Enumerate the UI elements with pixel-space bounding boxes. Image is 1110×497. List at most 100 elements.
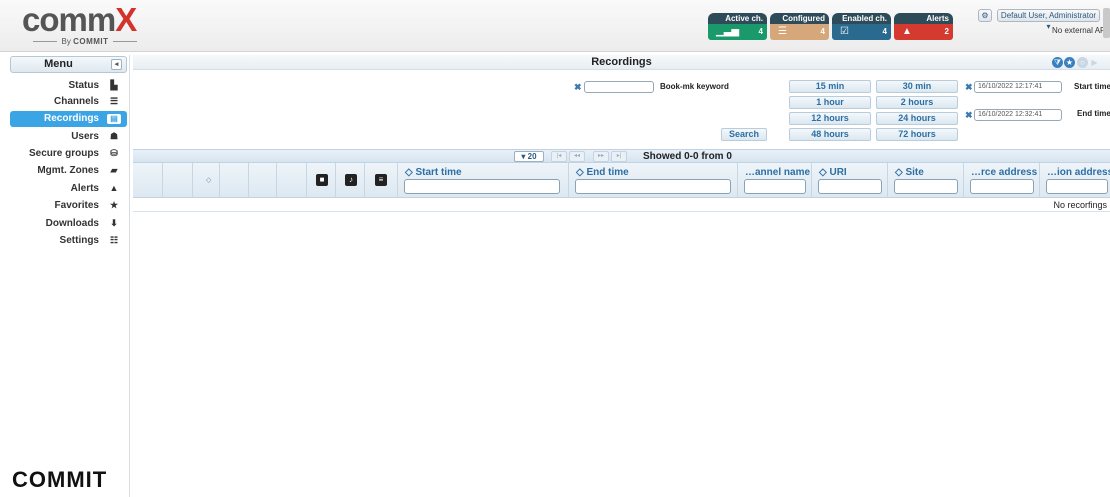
edge-scrollbar[interactable] bbox=[1103, 8, 1110, 38]
range-2-hours-button[interactable]: 2 hours bbox=[876, 96, 958, 109]
chevron-left-icon: ◂ bbox=[114, 61, 119, 68]
recordings-title: Recordings bbox=[133, 55, 1110, 70]
search-button[interactable]: Search bbox=[721, 128, 767, 141]
sidebar-item-users[interactable]: Users ☗ bbox=[10, 129, 127, 145]
sidebar-item-status[interactable]: Status ▙ bbox=[10, 78, 127, 94]
column-end-time[interactable]: ◇ End time bbox=[569, 163, 738, 198]
warning-icon: ▲ bbox=[902, 26, 912, 37]
star-filter-icon[interactable]: ★ bbox=[1064, 57, 1075, 68]
range-48-hours-button[interactable]: 48 hours bbox=[789, 128, 871, 141]
sliders-icon: ☷ bbox=[109, 235, 119, 245]
next-page-button[interactable]: ▸▸ bbox=[593, 151, 609, 162]
column-site[interactable]: ◇ Site bbox=[888, 163, 964, 198]
video-camera-icon: ■ bbox=[316, 174, 328, 186]
destination-address-filter-input[interactable] bbox=[1046, 179, 1108, 194]
sidebar-item-label: Mgmt. Zones bbox=[37, 165, 99, 176]
start-time-label: Start time bbox=[1074, 82, 1110, 91]
uri-filter-input[interactable] bbox=[818, 179, 882, 194]
column-blank-2 bbox=[249, 163, 277, 198]
start-time-filter-input[interactable] bbox=[404, 179, 560, 194]
user-label: Default User, Administrator bbox=[1000, 11, 1097, 20]
column-title: ◇ Site bbox=[895, 167, 924, 178]
column-title-text: End time bbox=[586, 167, 629, 178]
stat-alerts[interactable]: Alerts ▲ 2 bbox=[894, 13, 953, 40]
column-source-address[interactable]: …rce address bbox=[964, 163, 1040, 198]
stat-configured-channels[interactable]: Configured ch. ☰ 4 bbox=[770, 13, 829, 40]
page-size-value: 20 bbox=[527, 152, 537, 161]
stat-active-channels[interactable]: Active ch. ▁▃▅ 4 bbox=[708, 13, 767, 40]
range-72-hours-button[interactable]: 72 hours bbox=[876, 128, 958, 141]
column-destination-address[interactable]: …ion address bbox=[1040, 163, 1110, 198]
first-page-icon: |◂ bbox=[556, 153, 562, 159]
circle-icon[interactable]: ○ bbox=[1077, 57, 1088, 68]
stat-value: 4 bbox=[882, 27, 887, 36]
stat-label: Enabled ch. bbox=[832, 13, 891, 24]
start-time-input[interactable]: 16/10/2022 12:17:41 bbox=[974, 81, 1062, 93]
sidebar-item-recordings[interactable]: Recordings ▤ bbox=[10, 111, 127, 127]
chevron-down-icon: ▾ bbox=[521, 152, 526, 161]
range-1-hour-button[interactable]: 1 hour bbox=[789, 96, 871, 109]
clear-keyword-icon[interactable]: ✖ bbox=[574, 82, 582, 93]
column-start-time[interactable]: ◇ Start time bbox=[398, 163, 569, 198]
source-address-filter-input[interactable] bbox=[970, 179, 1034, 194]
lock-group-icon: ⛁ bbox=[110, 148, 118, 158]
column-title: ◇ End time bbox=[576, 167, 629, 178]
logo-main-text: comm bbox=[22, 1, 116, 38]
user-menu-button[interactable]: Default User, Administrator ▾ bbox=[997, 9, 1100, 31]
gear-icon: ⚙ bbox=[981, 11, 989, 20]
sidebar-item-label: Downloads bbox=[45, 218, 99, 229]
bookmark-keyword-input[interactable] bbox=[584, 81, 654, 93]
range-12-hours-button[interactable]: 12 hours bbox=[789, 112, 871, 125]
column-channel-name[interactable]: …annel name bbox=[738, 163, 812, 198]
column-audio[interactable]: ♪ bbox=[336, 163, 365, 198]
column-video[interactable]: ■ bbox=[307, 163, 336, 198]
list-icon: ☰ bbox=[778, 26, 787, 37]
end-time-input[interactable]: 16/10/2022 12:32:41 bbox=[974, 109, 1062, 121]
first-page-button[interactable]: |◂ bbox=[551, 151, 567, 162]
sidebar-item-settings[interactable]: Settings ☷ bbox=[10, 233, 127, 249]
sidebar-item-alerts[interactable]: Alerts ▲ bbox=[10, 181, 127, 197]
clear-start-time-icon[interactable]: ✖ bbox=[965, 82, 973, 93]
column-title-text: …ion address bbox=[1047, 167, 1110, 178]
channel-name-filter-input[interactable] bbox=[744, 179, 806, 194]
sidebar-item-downloads[interactable]: Downloads ⬇ bbox=[10, 216, 127, 232]
bookmark-keyword-label: Book-mk keyword bbox=[660, 82, 729, 91]
clear-end-time-icon[interactable]: ✖ bbox=[965, 110, 973, 121]
chart-icon: ▙ bbox=[110, 80, 118, 90]
collapse-menu-button[interactable]: ◂ bbox=[111, 59, 122, 70]
sidebar-item-label: Favorites bbox=[54, 200, 99, 211]
page-size-select[interactable]: ▾ 20 bbox=[514, 151, 544, 162]
sidebar-item-mgmt-zones[interactable]: Mgmt. Zones ▰ bbox=[10, 163, 127, 179]
last-page-button[interactable]: ▸| bbox=[611, 151, 627, 162]
column-checkbox[interactable] bbox=[133, 163, 163, 198]
settings-gear-button[interactable]: ⚙ bbox=[978, 9, 992, 22]
stat-enabled-channels[interactable]: Enabled ch. ☑ 4 bbox=[832, 13, 891, 40]
footer-commit-logo: COMMIT bbox=[12, 467, 108, 492]
sidebar-item-secure-groups[interactable]: Secure groups ⛁ bbox=[10, 146, 127, 162]
next-page-icon: ▸▸ bbox=[597, 153, 605, 159]
column-notes[interactable]: ≡ bbox=[365, 163, 398, 198]
column-uri[interactable]: ◇ URI bbox=[812, 163, 888, 198]
table-empty-row: No recorfings bbox=[133, 198, 1110, 212]
range-24-hours-button[interactable]: 24 hours bbox=[876, 112, 958, 125]
end-time-filter-input[interactable] bbox=[575, 179, 731, 194]
column-select[interactable] bbox=[163, 163, 193, 198]
sidebar-item-channels[interactable]: Channels ☰ bbox=[10, 94, 127, 110]
column-title-text: URI bbox=[829, 167, 847, 178]
site-filter-input[interactable] bbox=[894, 179, 958, 194]
prev-page-button[interactable]: ◂◂ bbox=[569, 151, 585, 162]
range-30-min-button[interactable]: 30 min bbox=[876, 80, 958, 93]
api-status-text: No external API bbox=[1052, 26, 1108, 35]
stat-label: Active ch. bbox=[708, 13, 767, 24]
column-blank-1 bbox=[220, 163, 249, 198]
column-title-text: Start time bbox=[415, 167, 462, 178]
sort-icon: ◇ bbox=[206, 177, 212, 184]
column-title-text: …annel name bbox=[745, 167, 811, 178]
pagination-bar: ▾ 20 |◂ ◂◂ ▸▸ ▸| Showed 0-0 from 0 bbox=[133, 149, 1110, 163]
play-icon[interactable]: ▶ bbox=[1089, 57, 1100, 68]
music-note-icon: ♪ bbox=[345, 174, 357, 186]
funnel-icon[interactable]: ⧩ bbox=[1052, 57, 1063, 68]
range-15-min-button[interactable]: 15 min bbox=[789, 80, 871, 93]
sidebar-item-favorites[interactable]: Favorites ★ bbox=[10, 198, 127, 214]
column-sort[interactable]: ◇ bbox=[193, 163, 220, 198]
